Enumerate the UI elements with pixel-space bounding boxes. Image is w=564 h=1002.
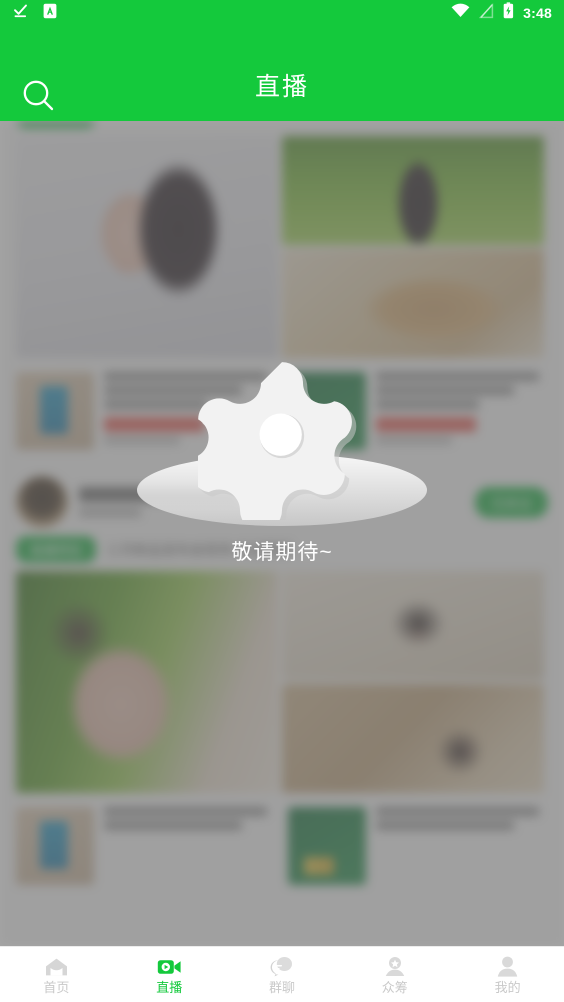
status-bar-right-icons: 3:48 [451, 0, 552, 26]
user-profile-icon [497, 956, 518, 978]
tab-label-group-chat: 群聊 [268, 979, 295, 995]
video-camera-icon [157, 956, 182, 978]
cellular-signal-icon [479, 2, 494, 24]
tab-label-home: 首页 [43, 979, 70, 995]
app-header: 直播 [0, 26, 564, 121]
tab-label-profile: 我的 [494, 979, 521, 995]
home-icon [45, 956, 68, 978]
chat-bubble-icon [270, 956, 293, 978]
tab-home[interactable]: 首页 [0, 947, 113, 1002]
tab-label-live: 直播 [156, 979, 183, 995]
status-bar: 3:48 [0, 0, 564, 26]
battery-charging-icon [503, 2, 514, 24]
download-complete-icon [12, 2, 29, 24]
tab-group-chat[interactable]: 群聊 [226, 947, 339, 1002]
app-badge-a-icon [43, 3, 57, 24]
bottom-navigation: 首页 直播 群聊 众筹 我的 [0, 946, 564, 1002]
status-bar-clock: 3:48 [523, 5, 552, 21]
app-screen: 3:48 直播 热门推荐 今日精选好物推荐合集 超值秒杀进行中 [0, 0, 564, 1002]
page-title: 直播 [254, 72, 309, 101]
tab-label-crowdfunding: 众筹 [381, 979, 408, 995]
tab-crowdfunding[interactable]: 众筹 [338, 947, 451, 1002]
wifi-icon [451, 3, 470, 23]
status-bar-left-icons [12, 2, 57, 24]
dim-overlay [0, 121, 564, 946]
crowdfunding-icon [384, 956, 406, 978]
tab-live[interactable]: 直播 [113, 947, 226, 1002]
tab-profile[interactable]: 我的 [451, 947, 564, 1002]
